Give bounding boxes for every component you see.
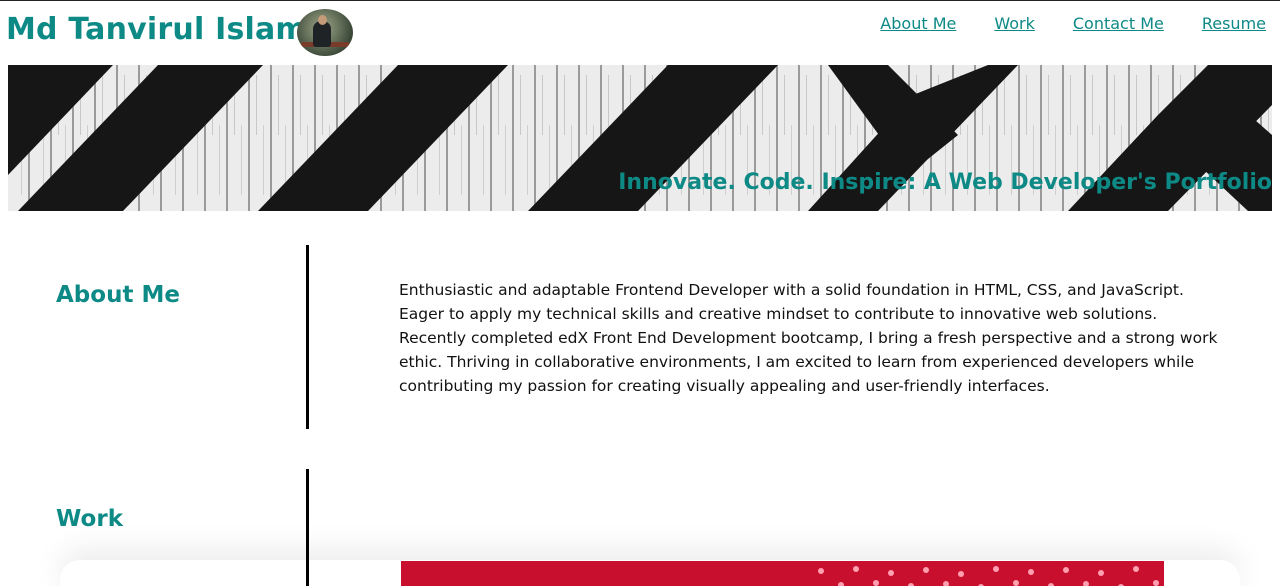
about-divider — [306, 245, 309, 429]
hero-tagline: Innovate. Code. Inspire: A Web Developer… — [618, 170, 1272, 195]
nav-link-work[interactable]: Work — [994, 14, 1035, 33]
about-body: Enthusiastic and adaptable Frontend Deve… — [399, 281, 1218, 395]
avatar-head — [318, 15, 327, 25]
nav-link-about-me[interactable]: About Me — [880, 14, 956, 33]
work-heading: Work — [56, 506, 123, 532]
nav-link-contact-me[interactable]: Contact Me — [1073, 14, 1164, 33]
site-title: Md Tanvirul Islam — [6, 12, 307, 47]
nav-link-resume[interactable]: Resume — [1202, 14, 1266, 33]
about-heading: About Me — [56, 282, 180, 308]
hero-banner: Innovate. Code. Inspire: A Web Developer… — [8, 65, 1272, 211]
work-image-dots — [401, 561, 1164, 586]
top-nav: About Me Work Contact Me Resume — [842, 14, 1266, 33]
profile-avatar — [297, 9, 353, 56]
work-project-image[interactable] — [401, 561, 1164, 586]
top-border — [0, 0, 1280, 1]
